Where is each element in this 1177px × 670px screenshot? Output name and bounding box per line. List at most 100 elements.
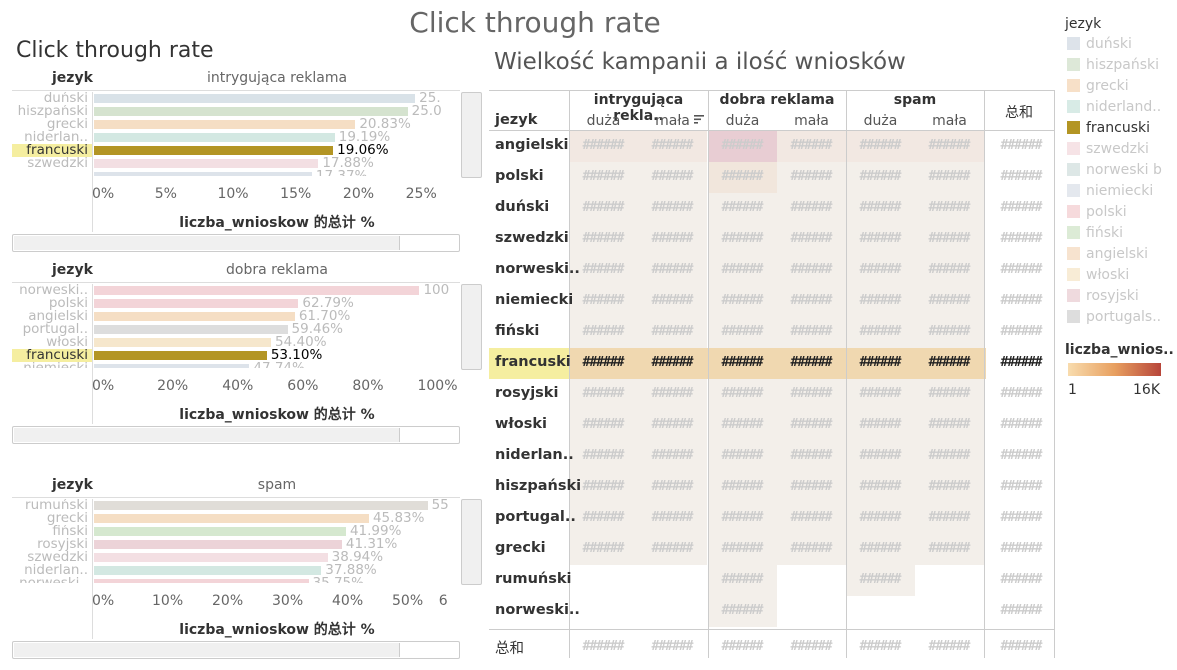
crosstab-total-cell[interactable]: ###### (987, 317, 1055, 347)
crosstab-total-cell[interactable]: ###### (987, 224, 1055, 254)
crosstab-cell[interactable]: ###### (846, 441, 914, 471)
color-legend[interactable]: jezyk duński hiszpański grecki niderland.. f… (1065, 16, 1175, 328)
crosstab-total-cell[interactable]: ###### (987, 596, 1055, 626)
crosstab-cell[interactable]: ###### (708, 348, 776, 378)
crosstab-grand-total-cell[interactable]: ###### (777, 632, 845, 662)
bar-row[interactable]: szwedzki 17.88% (12, 156, 460, 170)
crosstab-total-cell[interactable]: ###### (987, 379, 1055, 409)
bar-row[interactable]: angielski 61.70% (12, 309, 460, 323)
crosstab-cell[interactable]: ###### (708, 255, 776, 285)
crosstab-total-cell[interactable]: ###### (987, 472, 1055, 502)
bar-row[interactable]: szwedzki 38.94% (12, 550, 460, 564)
bar-row[interactable]: francuski 53.10% (12, 348, 460, 362)
bar[interactable] (94, 94, 416, 103)
crosstab-cell[interactable]: ###### (638, 348, 706, 378)
crosstab-row-label[interactable]: francuski (495, 354, 571, 370)
crosstab-cell[interactable]: ###### (777, 255, 845, 285)
legend-item[interactable]: niderland.. (1065, 97, 1175, 118)
crosstab-cell[interactable]: ###### (569, 503, 637, 533)
crosstab-total-cell[interactable]: ###### (987, 348, 1055, 378)
horizontal-scrollbar[interactable] (12, 641, 460, 659)
crosstab-grand-total-cell[interactable]: ###### (987, 632, 1055, 662)
bar-row[interactable]: polski 62.79% (12, 296, 460, 310)
bar[interactable] (94, 107, 408, 116)
crosstab-cell[interactable]: ###### (569, 286, 637, 316)
bar-row[interactable]: grecki 20.83% (12, 117, 460, 131)
crosstab-total-cell[interactable]: ###### (987, 565, 1055, 595)
crosstab-cell[interactable]: ###### (708, 193, 776, 223)
crosstab-cell[interactable]: ###### (708, 131, 776, 161)
bar[interactable] (94, 120, 356, 129)
bar[interactable] (94, 364, 250, 368)
bar[interactable] (94, 540, 342, 549)
crosstab-grand-total-cell[interactable]: ###### (708, 632, 776, 662)
crosstab-cell[interactable]: ###### (708, 224, 776, 254)
bar[interactable] (94, 514, 369, 523)
crosstab-cell[interactable]: ###### (915, 162, 983, 192)
crosstab-cell[interactable]: ###### (846, 224, 914, 254)
crosstab-cell[interactable]: ###### (569, 317, 637, 347)
crosstab-row-label[interactable]: angielski (495, 137, 569, 153)
bar-row[interactable]: francuski 19.06% (12, 143, 460, 157)
legend-item[interactable]: rosyjski (1065, 286, 1175, 307)
crosstab-cell[interactable]: ###### (638, 255, 706, 285)
crosstab-cell[interactable]: ###### (846, 534, 914, 564)
crosstab-total-cell[interactable]: ###### (987, 503, 1055, 533)
legend-item[interactable]: portugals.. (1065, 307, 1175, 328)
bar-row[interactable]: niderlan.. 37.88% (12, 563, 460, 577)
crosstab-cell[interactable]: ###### (569, 410, 637, 440)
crosstab-cell[interactable]: ###### (638, 472, 706, 502)
crosstab-cell[interactable]: ###### (708, 162, 776, 192)
bar[interactable] (94, 133, 335, 142)
crosstab-group-header[interactable]: dobra reklama (708, 92, 846, 108)
crosstab-cell[interactable]: ###### (708, 472, 776, 502)
scrollbar-thumb[interactable] (14, 428, 400, 442)
bar-row[interactable]: norweski.. 100 (12, 284, 460, 297)
crosstab-cell[interactable]: ###### (569, 193, 637, 223)
bar-row[interactable]: portugal.. 59.46% (12, 322, 460, 336)
crosstab-total-cell[interactable]: ###### (987, 255, 1055, 285)
crosstab-cell[interactable]: ###### (915, 286, 983, 316)
vertical-scrollbar[interactable] (461, 92, 482, 178)
crosstab-cell[interactable]: ###### (915, 534, 983, 564)
vertical-scrollbar[interactable] (461, 499, 482, 585)
crosstab-cell[interactable]: ###### (846, 255, 914, 285)
bar[interactable] (94, 527, 346, 536)
crosstab-cell[interactable]: ###### (915, 224, 983, 254)
bar-row[interactable]: norweski.. 35.75% (12, 576, 460, 583)
crosstab-cell[interactable]: ###### (915, 348, 983, 378)
crosstab-row-label[interactable]: norweski.. (495, 602, 580, 618)
legend-item[interactable]: norweski b (1065, 160, 1175, 181)
horizontal-scrollbar[interactable] (12, 426, 460, 444)
crosstab-cell[interactable]: ###### (638, 410, 706, 440)
scrollbar-thumb[interactable] (14, 643, 400, 657)
crosstab-grand-total-cell[interactable]: ###### (915, 632, 983, 662)
crosstab-cell[interactable]: ###### (846, 410, 914, 440)
crosstab-cell[interactable]: ###### (569, 441, 637, 471)
crosstab-total-cell[interactable]: ###### (987, 131, 1055, 161)
crosstab-row-label[interactable]: niderlan.. (495, 447, 574, 463)
crosstab-cell[interactable]: ###### (777, 193, 845, 223)
crosstab-row-label[interactable]: grecki (495, 540, 546, 556)
legend-item[interactable]: szwedzki (1065, 139, 1175, 160)
crosstab-total-cell[interactable]: ###### (987, 441, 1055, 471)
bar[interactable] (94, 553, 328, 562)
crosstab-total-cell[interactable]: ###### (987, 534, 1055, 564)
legend-item[interactable]: francuski (1065, 118, 1175, 139)
sort-icon[interactable] (693, 113, 705, 129)
scrollbar-thumb[interactable] (14, 236, 400, 250)
crosstab-cell[interactable]: ###### (846, 317, 914, 347)
crosstab-cell[interactable]: ###### (638, 534, 706, 564)
crosstab-cell[interactable]: ###### (777, 317, 845, 347)
crosstab-cell[interactable]: ###### (915, 131, 983, 161)
bar[interactable] (94, 338, 272, 347)
crosstab-cell[interactable]: ###### (638, 317, 706, 347)
crosstab-cell[interactable]: ###### (638, 162, 706, 192)
crosstab-cell[interactable]: ###### (569, 379, 637, 409)
bar[interactable] (94, 159, 319, 168)
crosstab-group-header[interactable]: spam (846, 92, 984, 108)
crosstab-cell[interactable]: ###### (846, 472, 914, 502)
crosstab-grand-total-cell[interactable]: ###### (846, 632, 914, 662)
crosstab-cell[interactable]: ###### (915, 379, 983, 409)
crosstab-total-cell[interactable]: ###### (987, 286, 1055, 316)
